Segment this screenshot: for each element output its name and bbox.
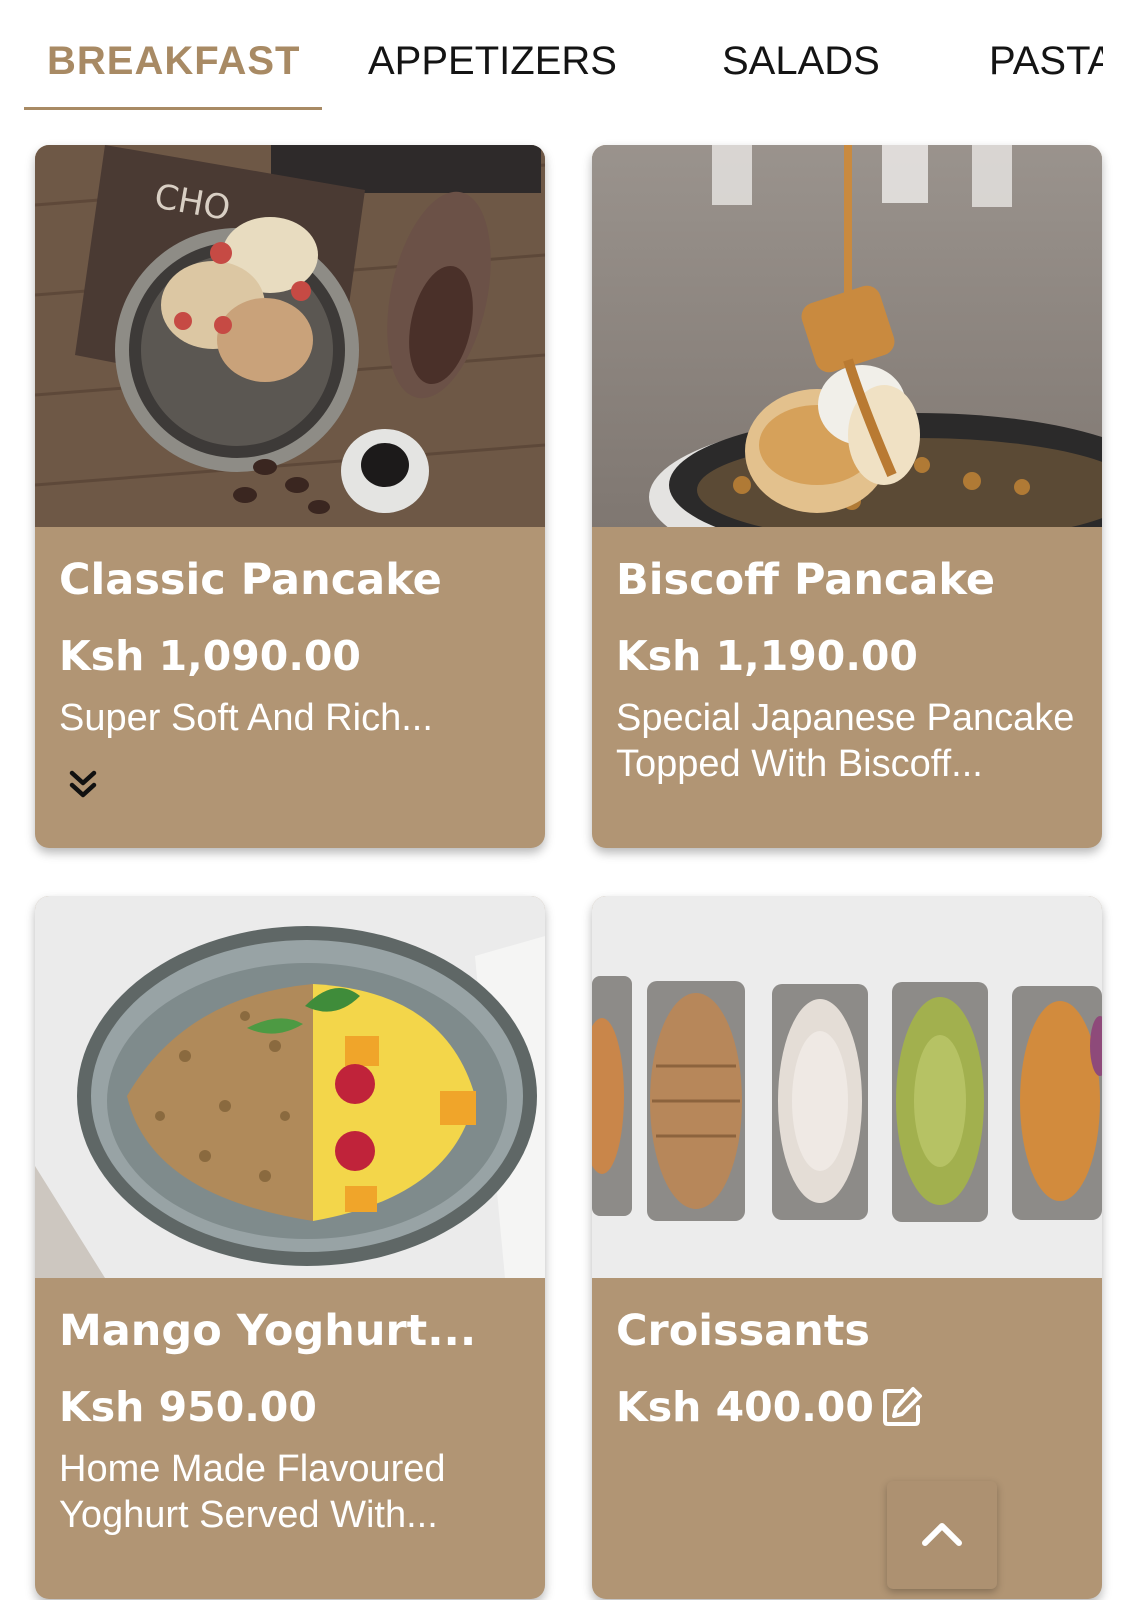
item-price: Ksh 1,090.00 — [59, 632, 361, 680]
card-details: Croissants Ksh 400.00 — [592, 1278, 1102, 1599]
mango-yoghurt-bowl-photo — [35, 896, 545, 1278]
tab-appetizers[interactable]: APPETIZERS — [368, 36, 617, 86]
item-title: Classic Pancake — [59, 555, 442, 605]
chevron-up-icon — [922, 1523, 962, 1546]
card-details: Biscoff Pancake Ksh 1,190.00 Special Jap… — [592, 527, 1102, 848]
edit-icon[interactable] — [880, 1385, 924, 1429]
item-title: Mango Yoghurt... — [59, 1306, 477, 1356]
tab-pasta[interactable]: PASTA — [989, 36, 1103, 86]
croissants-photo — [592, 896, 1102, 1278]
menu-item-card[interactable]: Mango Yoghurt... Ksh 950.00 Home Made Fl… — [35, 896, 545, 1599]
scroll-to-top-button[interactable] — [887, 1481, 997, 1589]
card-details: Mango Yoghurt... Ksh 950.00 Home Made Fl… — [35, 1278, 545, 1599]
item-price: Ksh 1,190.00 — [616, 632, 918, 680]
item-description: Home Made Flavoured Yoghurt Served With.… — [59, 1448, 446, 1536]
chevron-double-down-icon[interactable] — [69, 769, 97, 801]
pancake-bowl-photo: CHO — [35, 145, 545, 527]
item-title: Biscoff Pancake — [616, 555, 996, 605]
menu-item-card[interactable]: CHO Classic Pancake Ksh 1,090.00 Super S… — [35, 145, 545, 848]
card-details: Classic Pancake Ksh 1,090.00 Super Soft … — [35, 527, 545, 848]
category-tab-bar: BREAKFAST APPETIZERS SALADS PASTA — [0, 0, 1103, 112]
item-description: Special Japanese Pancake Topped With Bis… — [616, 697, 1075, 785]
item-price: Ksh 400.00 — [616, 1383, 874, 1431]
tab-salads[interactable]: SALADS — [722, 36, 880, 86]
item-price: Ksh 950.00 — [59, 1383, 317, 1431]
menu-item-card[interactable]: Biscoff Pancake Ksh 1,190.00 Special Jap… — [592, 145, 1102, 848]
item-title: Croissants — [616, 1306, 871, 1356]
item-description: Super Soft And Rich... — [59, 697, 433, 739]
biscoff-pancake-photo — [592, 145, 1102, 527]
tab-breakfast[interactable]: BREAKFAST — [47, 36, 300, 86]
menu-item-card[interactable]: Croissants Ksh 400.00 — [592, 896, 1102, 1599]
active-tab-indicator — [24, 107, 322, 110]
